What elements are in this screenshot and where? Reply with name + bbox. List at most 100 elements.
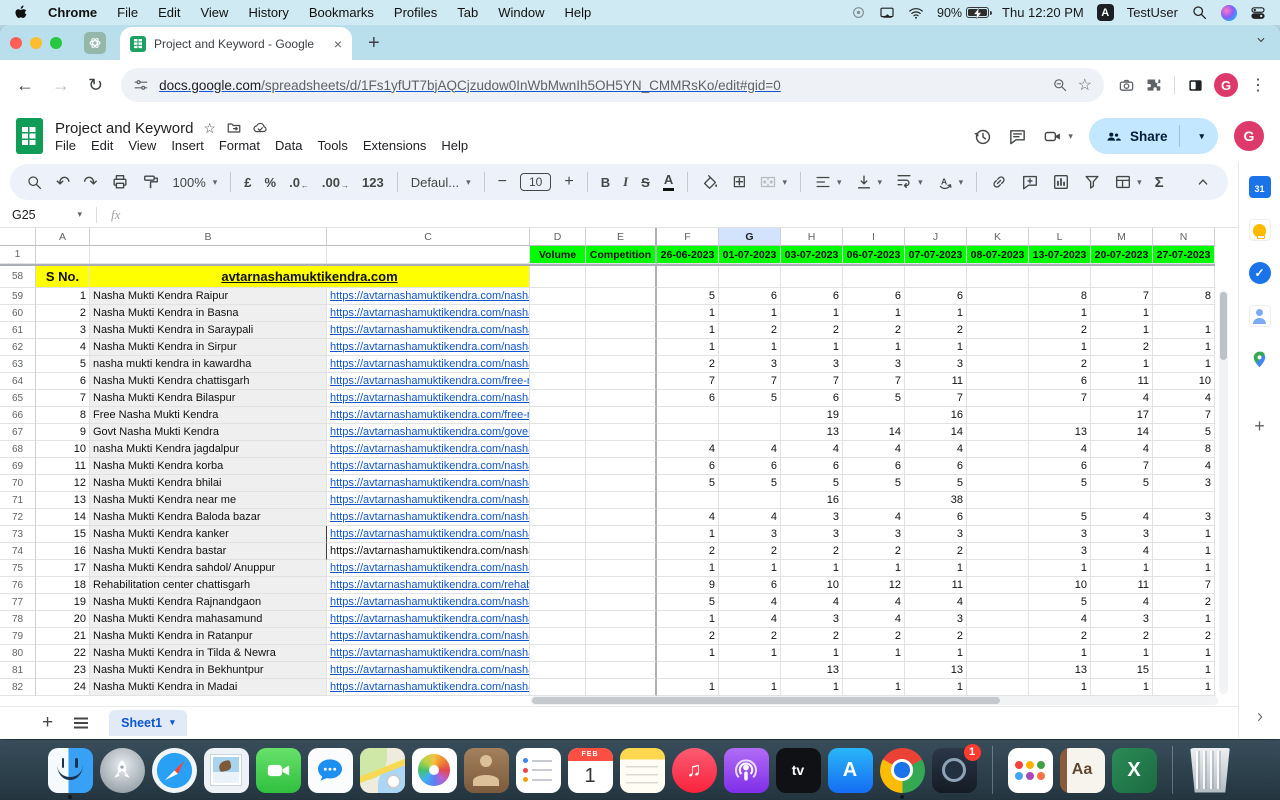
value-cell[interactable] <box>967 390 1029 407</box>
value-cell[interactable]: 5 <box>1091 475 1153 492</box>
value-cell[interactable] <box>967 577 1029 594</box>
url-cell[interactable]: https://avtarnashamuktikendra.com/nasha- <box>327 662 530 679</box>
dock-facetime-icon[interactable] <box>256 748 301 793</box>
value-cell[interactable]: 3 <box>719 526 781 543</box>
currency-format-icon[interactable]: £ <box>244 175 251 190</box>
value-cell[interactable]: 7 <box>843 373 905 390</box>
keyword-cell[interactable]: Nasha Mukti Kendra Bilaspur <box>90 390 327 407</box>
value-cell[interactable] <box>967 662 1029 679</box>
dock-chrome-icon[interactable] <box>880 748 925 793</box>
value-cell[interactable]: 1 <box>657 526 719 543</box>
dock-podcasts-icon[interactable] <box>724 748 769 793</box>
percent-format-icon[interactable]: % <box>265 175 277 190</box>
menu-help[interactable]: Help <box>565 5 592 20</box>
insert-comment-icon[interactable] <box>1021 173 1039 191</box>
cell[interactable] <box>530 407 586 424</box>
value-cell[interactable] <box>967 373 1029 390</box>
value-cell[interactable]: 5 <box>843 475 905 492</box>
value-cell[interactable] <box>967 339 1029 356</box>
value-cell[interactable] <box>657 407 719 424</box>
value-cell[interactable]: 4 <box>905 594 967 611</box>
browser-tab[interactable]: Project and Keyword - Google × <box>120 27 352 60</box>
version-history-icon[interactable] <box>973 127 992 146</box>
keyword-cell[interactable]: Nasha Mukti Kendra Baloda bazar <box>90 509 327 526</box>
value-cell[interactable]: 13 <box>1029 662 1091 679</box>
undo-icon[interactable]: ↶ <box>56 174 70 191</box>
value-cell[interactable]: 16 <box>781 492 843 509</box>
url-cell[interactable]: https://avtarnashamuktikendra.com/nasha- <box>327 475 530 492</box>
keyword-cell[interactable]: Nasha Mukti Kendra near me <box>90 492 327 509</box>
url-cell[interactable]: https://avtarnashamuktikendra.com/nasha- <box>327 305 530 322</box>
value-cell[interactable]: 3 <box>781 356 843 373</box>
column-header[interactable]: L <box>1029 228 1091 246</box>
sheet-tab[interactable]: Sheet1▾ <box>109 710 187 736</box>
url-cell[interactable]: https://avtarnashamuktikendra.com/nasha- <box>327 611 530 628</box>
screen-mirroring-icon[interactable] <box>879 5 895 21</box>
value-cell[interactable] <box>657 424 719 441</box>
column-header[interactable]: G <box>719 228 781 246</box>
keyword-cell[interactable]: Nasha Mukti Kendra korba <box>90 458 327 475</box>
cell[interactable] <box>719 266 781 288</box>
dock-app-store-icon[interactable]: A <box>828 748 873 793</box>
value-cell[interactable]: 10 <box>1153 373 1215 390</box>
google-account-avatar[interactable]: G <box>1234 121 1264 151</box>
value-cell[interactable] <box>967 356 1029 373</box>
menu-bar-clock[interactable]: Thu 12:20 PM <box>1002 5 1084 20</box>
value-cell[interactable]: 1 <box>1091 645 1153 662</box>
control-center-icon[interactable] <box>1250 5 1266 21</box>
sheets-menu-edit[interactable]: Edit <box>91 138 113 153</box>
value-cell[interactable] <box>719 407 781 424</box>
keyword-cell[interactable]: Nasha Mukti Kendra chattisgarh <box>90 373 327 390</box>
value-cell[interactable]: 6 <box>781 458 843 475</box>
value-cell[interactable] <box>967 560 1029 577</box>
url-cell[interactable]: https://avtarnashamuktikendra.com/nasha- <box>327 509 530 526</box>
column-header[interactable]: D <box>530 228 586 246</box>
url-cell[interactable]: https://avtarnashamuktikendra.com/nasha- <box>327 679 530 696</box>
sheets-menu-file[interactable]: File <box>55 138 76 153</box>
value-cell[interactable]: 1 <box>1029 645 1091 662</box>
serial-cell[interactable]: 22 <box>36 645 90 662</box>
value-cell[interactable]: 1 <box>1153 543 1215 560</box>
url-cell[interactable]: https://avtarnashamuktikendra.com/free-n… <box>327 373 530 390</box>
column-header[interactable]: M <box>1091 228 1153 246</box>
value-cell[interactable]: 4 <box>657 441 719 458</box>
value-cell[interactable]: 4 <box>1091 594 1153 611</box>
url-cell[interactable]: https://avtarnashamuktikendra.com/nasha- <box>327 339 530 356</box>
value-cell[interactable]: 6 <box>657 390 719 407</box>
cell[interactable] <box>530 645 586 662</box>
value-cell[interactable]: 1 <box>843 560 905 577</box>
value-cell[interactable] <box>967 458 1029 475</box>
value-cell[interactable]: 6 <box>905 288 967 305</box>
value-cell[interactable]: 6 <box>781 390 843 407</box>
sheets-menu-format[interactable]: Format <box>219 138 260 153</box>
value-cell[interactable]: 1 <box>781 645 843 662</box>
cell[interactable] <box>967 266 1029 288</box>
value-cell[interactable]: 11 <box>905 577 967 594</box>
value-cell[interactable]: 10 <box>1029 577 1091 594</box>
value-cell[interactable]: 5 <box>1029 475 1091 492</box>
value-cell[interactable]: 1 <box>1029 679 1091 696</box>
value-cell[interactable]: 1 <box>1029 560 1091 577</box>
document-title[interactable]: Project and Keyword <box>55 120 193 137</box>
siri-icon[interactable] <box>1221 5 1237 21</box>
dock-trash-icon[interactable] <box>1188 748 1233 793</box>
url-cell[interactable]: https://avtarnashamuktikendra.com/nasha- <box>327 645 530 662</box>
value-cell[interactable]: 1 <box>657 305 719 322</box>
value-cell[interactable]: 7 <box>1153 577 1215 594</box>
url-cell[interactable]: https://avtarnashamuktikendra.com/nasha- <box>327 594 530 611</box>
cell[interactable] <box>1091 266 1153 288</box>
name-box[interactable]: G25▾ <box>12 208 88 222</box>
maps-panel-icon[interactable] <box>1249 348 1271 370</box>
serial-cell[interactable]: 20 <box>36 611 90 628</box>
value-cell[interactable]: 2 <box>1029 322 1091 339</box>
cell[interactable] <box>530 475 586 492</box>
text-rotation-icon[interactable]: A▾ <box>936 173 964 191</box>
serial-cell[interactable]: 24 <box>36 679 90 696</box>
cell[interactable] <box>530 373 586 390</box>
contacts-panel-icon[interactable] <box>1249 305 1271 327</box>
value-cell[interactable]: 4 <box>1029 611 1091 628</box>
comments-icon[interactable] <box>1008 127 1027 146</box>
row-header[interactable]: 82 <box>0 679 36 696</box>
value-cell[interactable]: 2 <box>781 628 843 645</box>
row-header[interactable]: 72 <box>0 509 36 526</box>
